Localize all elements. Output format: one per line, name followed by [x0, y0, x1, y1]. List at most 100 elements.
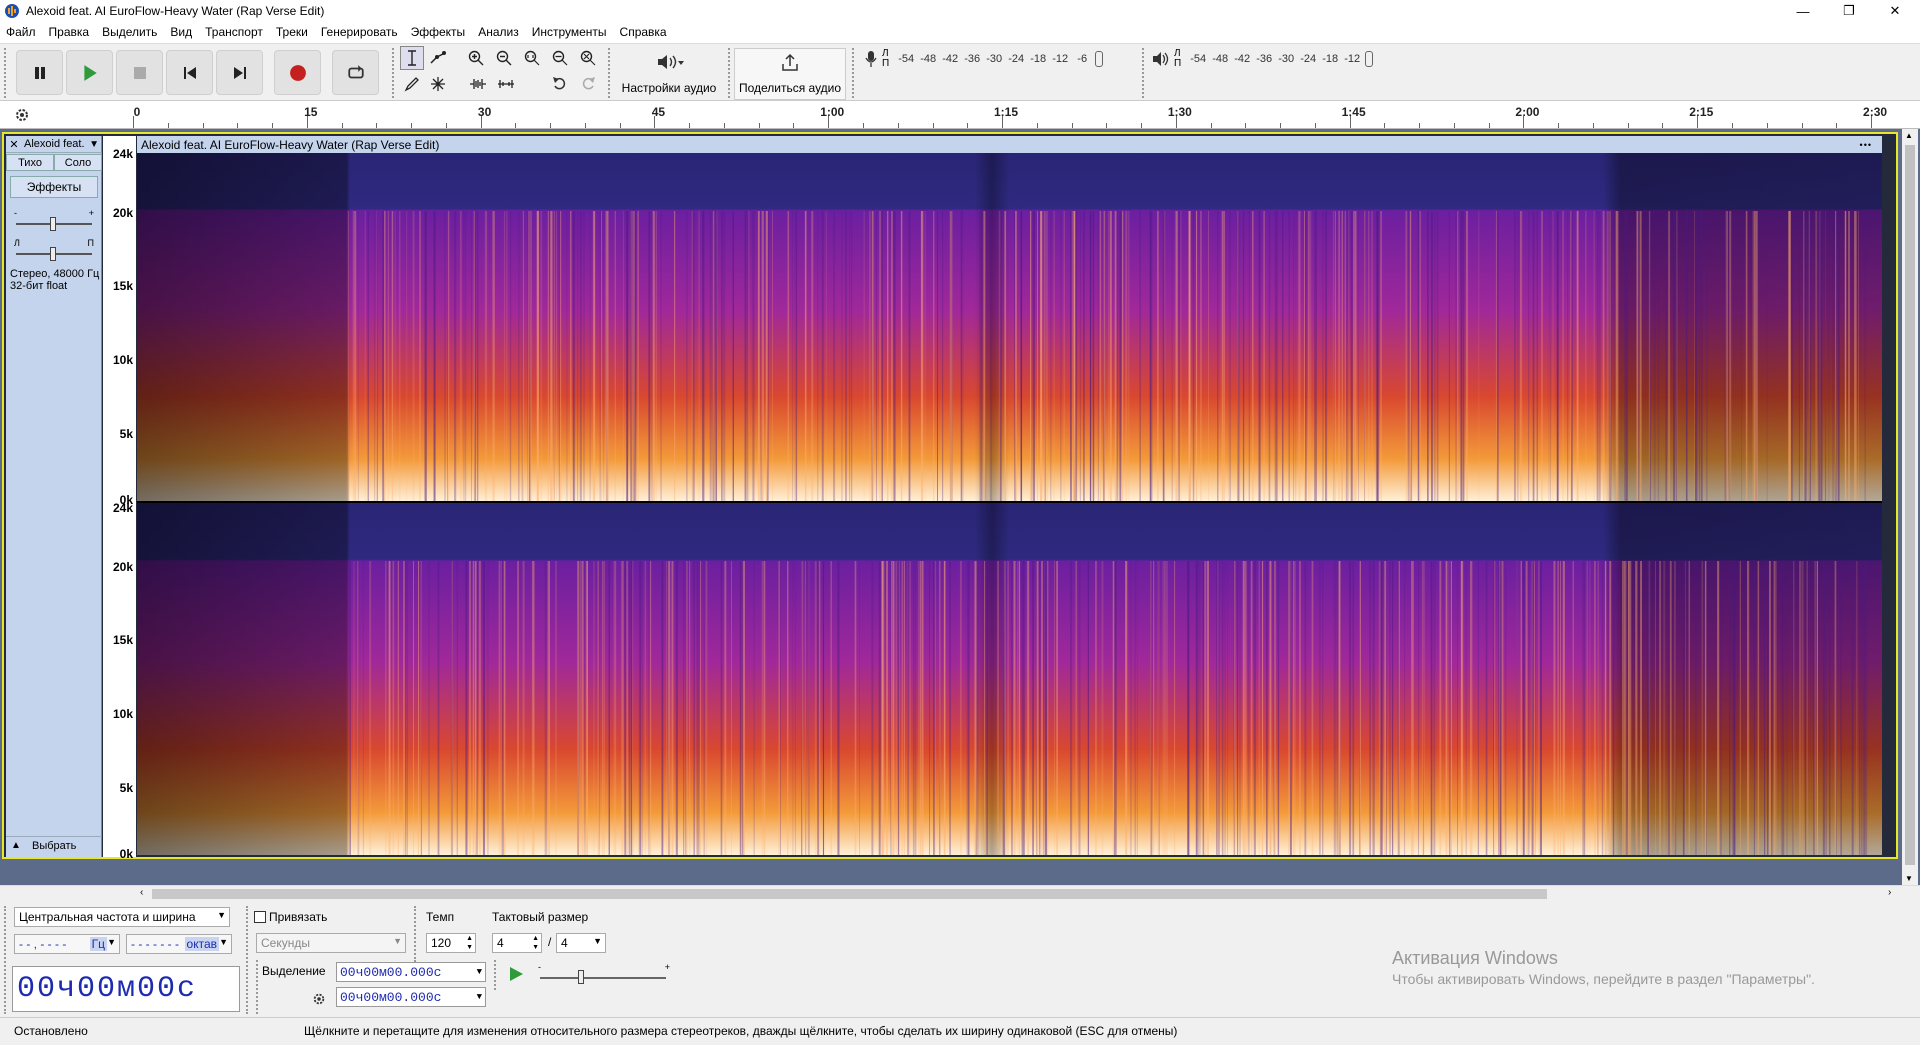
spectrogram-left-channel[interactable]	[137, 153, 1882, 501]
draw-tool[interactable]	[400, 72, 424, 96]
selection-end-field[interactable]: 00ч00м00.000с ▼	[336, 987, 486, 1007]
envelope-tool[interactable]	[426, 46, 450, 70]
menu-tools[interactable]: Инструменты	[532, 25, 607, 39]
loop-button[interactable]	[332, 50, 379, 95]
record-scale-tick: -54	[898, 53, 915, 65]
toolbar-grip[interactable]	[246, 906, 250, 1014]
bandwidth-unit[interactable]: октав	[184, 937, 219, 951]
time-signature-denominator[interactable]: 4 ▼	[556, 933, 606, 953]
selection-start-field[interactable]: 00ч00м00.000с ▼	[336, 962, 486, 982]
toolbar-grip[interactable]	[4, 906, 8, 1014]
record-meter-slider[interactable]	[1095, 51, 1104, 67]
selection-settings-icon[interactable]	[312, 992, 326, 1006]
selection-tool[interactable]	[400, 46, 424, 70]
menu-edit[interactable]: Правка	[49, 25, 90, 39]
collapse-arrow-icon[interactable]: ▲	[6, 840, 26, 851]
horizontal-scrollbar[interactable]: ‹ ›	[0, 885, 1920, 902]
bandwidth-field[interactable]: - - - - - - - октав ▼	[126, 934, 232, 954]
spinner-arrows-icon[interactable]: ▲ ▼	[466, 934, 473, 952]
scroll-up-arrow-icon[interactable]: ▲	[1905, 131, 1913, 140]
track-close-button[interactable]: ✕	[6, 136, 22, 152]
audio-setup-button[interactable]: Настройки аудио	[616, 48, 722, 100]
toolbar-grip[interactable]	[494, 960, 498, 990]
toolbar-grip[interactable]	[852, 48, 856, 98]
record-button[interactable]	[274, 50, 321, 95]
spectral-selection-mode-dropdown[interactable]: Центральная частота и ширина ▼	[14, 907, 230, 927]
record-meter[interactable]: Л П -54 -48 -42 -36 -30 -24 -18 -12 -6	[864, 48, 1104, 70]
toolbar-grip[interactable]	[608, 48, 612, 98]
scroll-left-arrow-icon[interactable]: ‹	[140, 887, 143, 898]
scroll-right-arrow-icon[interactable]: ›	[1888, 887, 1891, 898]
snap-unit-dropdown[interactable]: Секунды ▼	[256, 933, 406, 953]
play-at-speed-icon[interactable]	[508, 966, 524, 982]
menu-select[interactable]: Выделить	[102, 25, 157, 39]
spectrogram-right-channel[interactable]	[137, 503, 1882, 855]
time-signature-numerator[interactable]: 4 ▲ ▼	[492, 933, 542, 953]
skip-to-end-button[interactable]	[216, 50, 263, 95]
center-frequency-field[interactable]: - - , - - - - Гц ▼	[14, 934, 120, 954]
spinner-arrows-icon[interactable]: ▲ ▼	[532, 934, 539, 952]
pan-slider[interactable]	[6, 247, 102, 261]
frequency-unit[interactable]: Гц	[89, 937, 107, 951]
vertical-scroll-thumb[interactable]	[1905, 145, 1915, 865]
mute-button[interactable]: Тихо	[6, 154, 54, 171]
clip-menu-dots-icon[interactable]: •••	[1860, 140, 1872, 150]
time-display[interactable]: 00ч00м00с	[12, 966, 240, 1012]
close-button[interactable]: ✕	[1872, 0, 1918, 22]
share-audio-button[interactable]: Поделиться аудио	[734, 48, 846, 100]
silence-audio-button[interactable]	[494, 72, 518, 96]
timeline-ruler[interactable]: 0 15 30 45 1:00 1:15 1:30 1:45 2:00 2:15 2:30	[0, 102, 1920, 129]
playback-meter-slider[interactable]	[1365, 51, 1374, 67]
toolbar-grip[interactable]	[414, 906, 418, 962]
horizontal-scroll-thumb[interactable]	[152, 889, 1547, 899]
menu-view[interactable]: Вид	[170, 25, 192, 39]
menu-file[interactable]: Файл	[6, 25, 36, 39]
playback-speed-slider[interactable]: - +	[534, 962, 674, 986]
solo-button[interactable]: Соло	[54, 154, 102, 171]
menu-effects[interactable]: Эффекты	[411, 25, 466, 39]
play-button[interactable]	[66, 50, 113, 95]
snap-checkbox[interactable]	[254, 911, 266, 923]
toolbar-grip[interactable]	[392, 48, 396, 98]
vertical-scrollbar[interactable]: ▲ ▼	[1902, 129, 1918, 885]
menu-analyze[interactable]: Анализ	[478, 25, 519, 39]
fit-project-button[interactable]	[548, 46, 572, 70]
clip-title-bar[interactable]: Alexoid feat. AI EuroFlow-Heavy Water (R…	[137, 136, 1882, 153]
multi-tool[interactable]	[426, 72, 450, 96]
spectrogram-transient	[1274, 561, 1276, 855]
gain-slider[interactable]	[6, 217, 102, 231]
timeline-settings-icon[interactable]	[14, 107, 30, 123]
select-track-button[interactable]: Выбрать	[26, 840, 76, 852]
zoom-in-button[interactable]	[464, 46, 488, 70]
track-menu-arrow-icon[interactable]: ▼	[89, 139, 102, 150]
audio-track[interactable]: ✕ Alexoid feat. ▼ Тихо Соло Эффекты - +	[2, 132, 1898, 861]
playback-meter[interactable]: Л П -54 -48 -42 -36 -30 -24 -18 -12	[1152, 48, 1374, 70]
stop-button[interactable]	[116, 50, 163, 95]
toolbar-grip[interactable]	[4, 48, 8, 98]
toolbar-grip[interactable]	[728, 48, 732, 98]
frequency-scale[interactable]: 24k 20k 15k 10k 5k 0k 24k 20k 15k 10k 5k…	[103, 136, 136, 861]
scroll-down-arrow-icon[interactable]: ▼	[1905, 874, 1913, 883]
maximize-button[interactable]: ❐	[1826, 0, 1872, 22]
tempo-spinner[interactable]: 120 ▲ ▼	[426, 933, 476, 953]
menu-generate[interactable]: Генерировать	[321, 25, 398, 39]
menu-help[interactable]: Справка	[620, 25, 667, 39]
snap-toggle[interactable]: Привязать	[254, 910, 327, 924]
undo-button[interactable]	[548, 72, 572, 96]
zoom-out-button[interactable]	[492, 46, 516, 70]
toolbar-grip[interactable]	[1142, 48, 1146, 98]
redo-button[interactable]	[576, 72, 600, 96]
fit-selection-button[interactable]	[520, 46, 544, 70]
pause-button[interactable]	[16, 50, 63, 95]
menu-transport[interactable]: Транспорт	[205, 25, 263, 39]
track-name-menu[interactable]: Alexoid feat.	[22, 138, 89, 150]
trim-audio-button[interactable]	[466, 72, 490, 96]
skip-to-start-button[interactable]	[166, 50, 213, 95]
minimize-button[interactable]: —	[1780, 0, 1826, 22]
spectrogram-transient	[500, 561, 502, 855]
toolbar-grip[interactable]	[256, 960, 260, 1014]
pan-right-label: П	[87, 238, 94, 248]
zoom-toggle-button[interactable]	[576, 46, 600, 70]
menu-tracks[interactable]: Треки	[276, 25, 308, 39]
effects-button[interactable]: Эффекты	[10, 176, 98, 198]
